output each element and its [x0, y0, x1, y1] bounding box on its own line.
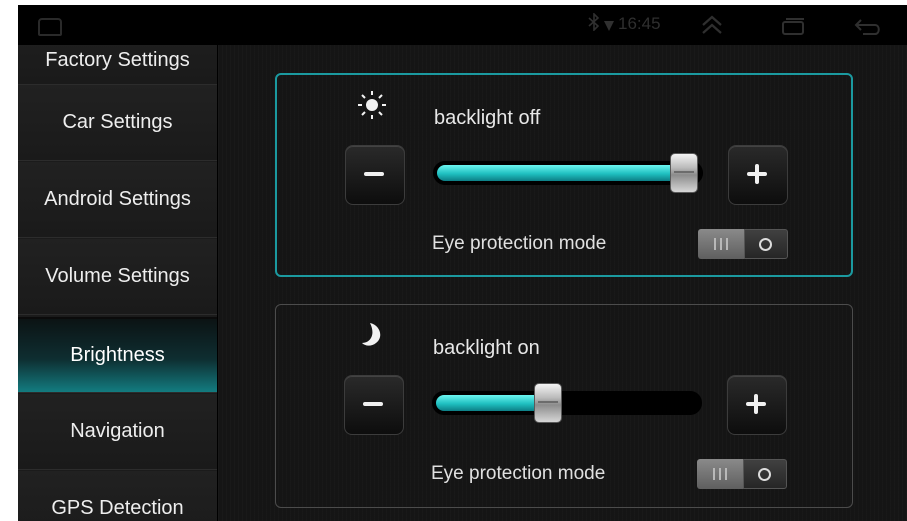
sidebar-item-label: Volume Settings	[45, 265, 190, 287]
slider-thumb[interactable]	[670, 153, 698, 193]
plus-icon	[746, 394, 766, 414]
slider-thumb[interactable]	[534, 383, 562, 423]
slider-fill	[437, 165, 683, 181]
status-bar: 16:45	[18, 5, 907, 45]
toggle-bars-icon	[713, 468, 727, 480]
backlight-on-panel: backlight on Eye protection mode	[275, 304, 853, 508]
bluetooth-icon	[588, 12, 600, 36]
brightness-content: backlight off Eye protection mode backli…	[218, 45, 907, 521]
minus-icon	[363, 402, 383, 406]
backlight-on-label: backlight on	[433, 337, 540, 359]
decrease-button[interactable]	[344, 375, 404, 435]
sidebar-item-factory-settings[interactable]: Factory Settings	[18, 45, 217, 85]
moon-icon	[360, 321, 390, 351]
sidebar-item-navigation[interactable]: Navigation	[18, 394, 217, 470]
status-time: 16:45	[618, 14, 661, 33]
recent-apps-icon[interactable]	[780, 17, 806, 40]
backlight-on-slider[interactable]	[432, 383, 702, 423]
slider-fill	[436, 395, 547, 411]
toggle-ring-icon	[759, 238, 772, 251]
screen: 16:45 Factory Settings Car Settings Andr…	[18, 5, 907, 521]
plus-icon	[747, 164, 767, 184]
eye-protection-toggle[interactable]	[698, 229, 788, 259]
settings-sidebar: Factory Settings Car Settings Android Se…	[18, 45, 218, 521]
increase-button[interactable]	[727, 375, 787, 435]
expand-up-icon[interactable]	[700, 15, 724, 40]
sidebar-item-android-settings[interactable]: Android Settings	[18, 162, 217, 238]
toggle-on-segment	[698, 229, 744, 259]
sidebar-item-label: Navigation	[70, 420, 165, 442]
toggle-bars-icon	[714, 238, 728, 250]
sidebar-item-gps-detection[interactable]: GPS Detection	[18, 471, 217, 521]
signal-icon	[604, 18, 614, 38]
toggle-ring-icon	[758, 468, 771, 481]
backlight-off-panel: backlight off Eye protection mode	[275, 73, 853, 277]
backlight-off-slider[interactable]	[433, 153, 703, 193]
backlight-off-label: backlight off	[434, 107, 541, 129]
sidebar-item-volume-settings[interactable]: Volume Settings	[18, 239, 217, 315]
back-icon[interactable]	[853, 17, 883, 42]
sidebar-item-label: Brightness	[70, 344, 165, 366]
eye-protection-label: Eye protection mode	[432, 233, 607, 254]
sidebar-item-label: GPS Detection	[51, 497, 184, 519]
increase-button[interactable]	[728, 145, 788, 205]
decrease-button[interactable]	[345, 145, 405, 205]
sun-icon	[357, 90, 387, 120]
toggle-on-segment	[697, 459, 743, 489]
eye-protection-label: Eye protection mode	[431, 463, 606, 484]
sidebar-item-car-settings[interactable]: Car Settings	[18, 85, 217, 161]
sidebar-item-label: Android Settings	[44, 188, 191, 210]
sidebar-item-brightness[interactable]: Brightness	[18, 317, 217, 393]
toggle-off-segment	[743, 459, 787, 489]
home-icon[interactable]	[38, 18, 62, 36]
sidebar-item-label: Car Settings	[62, 111, 173, 133]
minus-icon	[364, 172, 384, 176]
sidebar-item-label: Factory Settings	[45, 49, 190, 71]
toggle-off-segment	[744, 229, 788, 259]
eye-protection-toggle[interactable]	[697, 459, 787, 489]
